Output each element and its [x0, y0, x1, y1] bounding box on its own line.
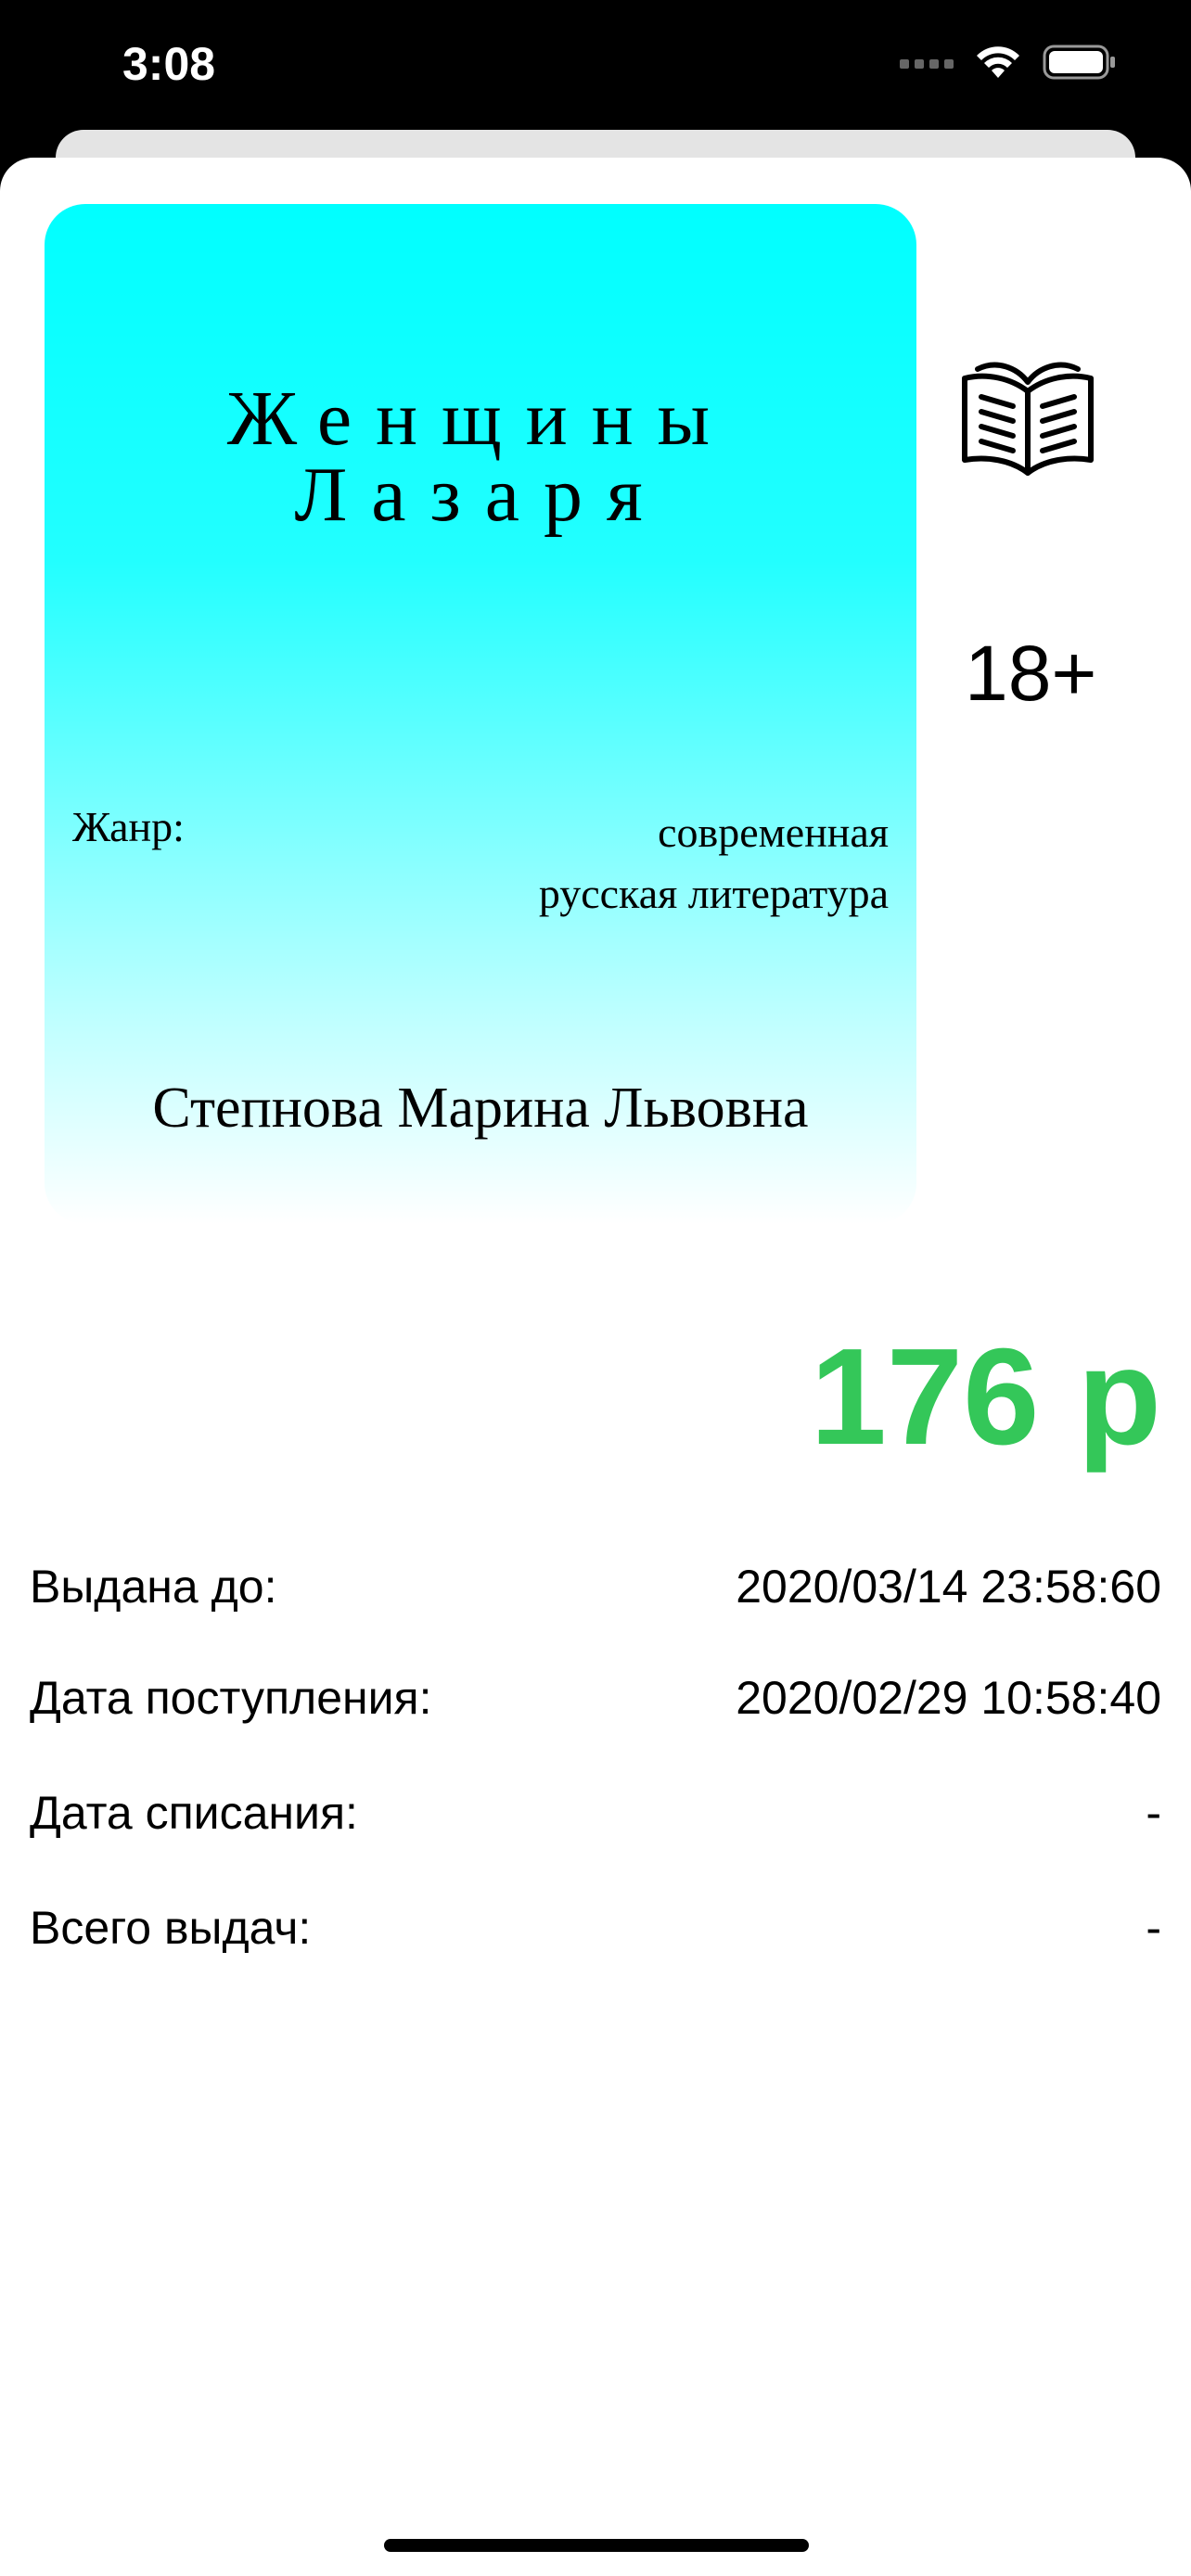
genre-value: современная русская литература: [539, 802, 889, 925]
book-author: Степнова Марина Львовна: [152, 1077, 809, 1140]
arrival-date-label: Дата поступления:: [30, 1672, 432, 1724]
total-issues-value: -: [1146, 1902, 1161, 1954]
genre-line-1: современная: [658, 809, 889, 856]
status-time: 3:08: [122, 38, 216, 90]
age-rating: 18+: [965, 630, 1097, 717]
issued-until-label: Выдана до:: [30, 1561, 277, 1613]
book-cover: Женщины Лазаря Жанр: современная русская…: [45, 204, 916, 1224]
total-issues-row: Всего выдач: -: [30, 1901, 1161, 1975]
status-icons: [900, 45, 1117, 80]
open-book-icon: [962, 362, 1094, 476]
book-title: Женщины Лазаря: [45, 376, 916, 538]
write-off-date-label: Дата списания:: [30, 1787, 358, 1839]
home-indicator[interactable]: [384, 2539, 809, 2552]
book-title-line-2: Лазаря: [294, 452, 667, 538]
arrival-date-row: Дата поступления: 2020/02/29 10:58:40: [30, 1671, 1161, 1745]
arrival-date-value: 2020/02/29 10:58:40: [736, 1672, 1161, 1724]
battery-icon: [1043, 45, 1115, 80]
wifi-icon: [977, 46, 1019, 78]
book-detail-sheet: Женщины Лазаря Жанр: современная русская…: [0, 158, 1191, 2576]
status-bar: 3:08: [0, 0, 1191, 130]
write-off-date-row: Дата списания: -: [30, 1786, 1161, 1860]
book-title-line-1: Женщины: [226, 376, 735, 462]
issued-until-row: Выдана до: 2020/03/14 23:58:60: [30, 1560, 1161, 1634]
issued-until-value: 2020/03/14 23:58:60: [736, 1561, 1161, 1613]
price: 176 р: [810, 1320, 1161, 1473]
genre-line-2: русская литература: [538, 869, 889, 917]
cellular-signal-icon: [900, 59, 954, 69]
genre-label: Жанр:: [72, 803, 185, 850]
total-issues-label: Всего выдач:: [30, 1902, 312, 1954]
write-off-date-value: -: [1146, 1787, 1161, 1839]
